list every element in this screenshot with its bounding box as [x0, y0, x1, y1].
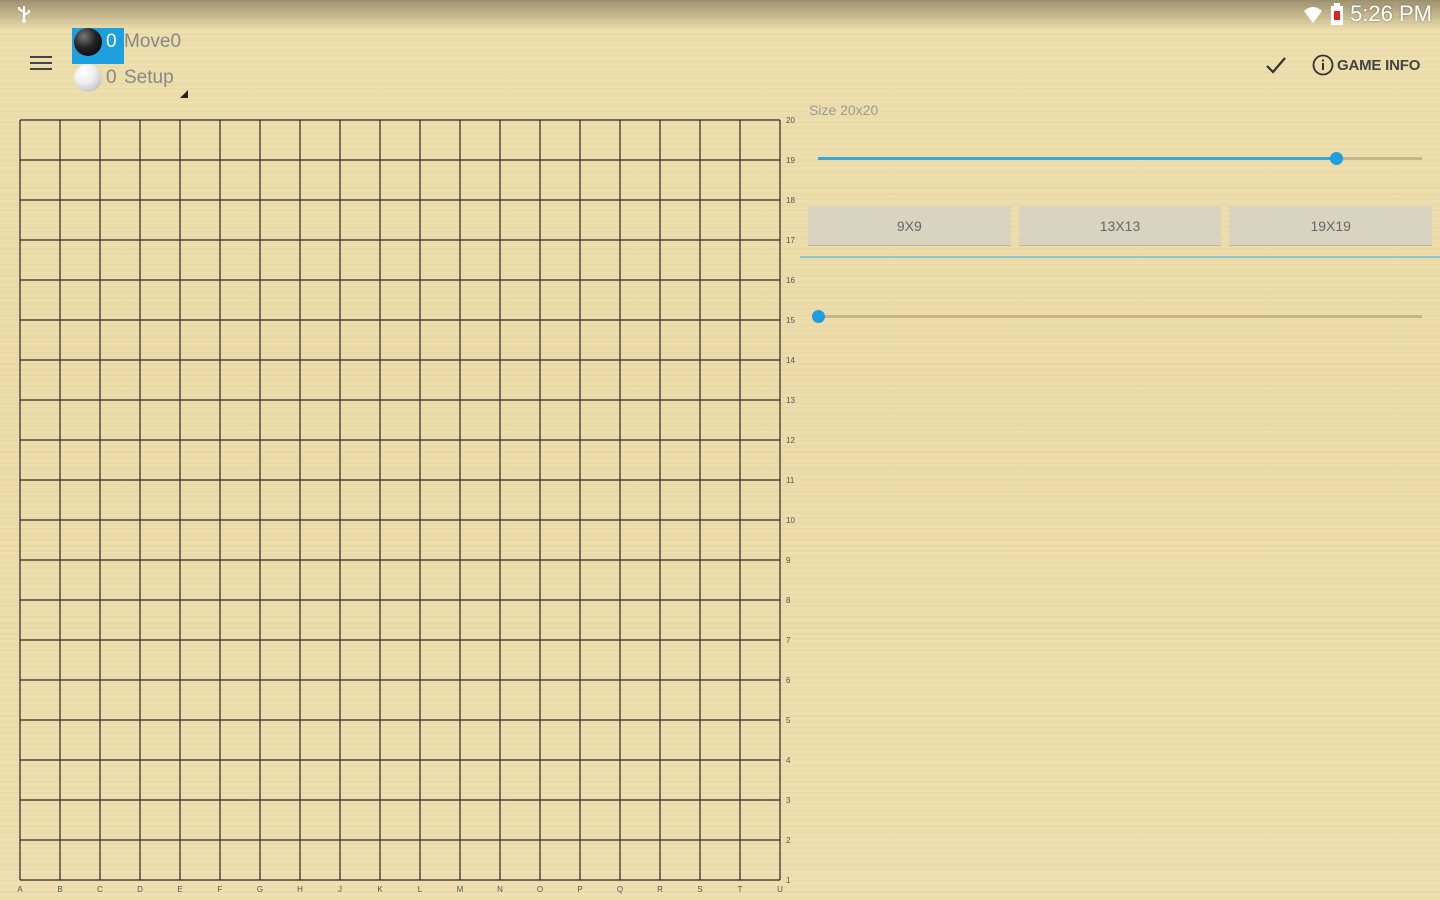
go-board[interactable]: A B C D E F G H J K L M N O P Q R S T U20191817161514131211…	[0, 0, 800, 900]
game-info-button[interactable]: GAME INFO	[1312, 50, 1420, 80]
divider	[800, 256, 1440, 258]
board-column-label: D	[137, 885, 143, 894]
status-time: 5:26 PM	[1350, 1, 1432, 26]
size-preset-row: 9X9 13X13 19X19	[808, 206, 1433, 246]
board-row-label: 3	[786, 796, 791, 805]
board-column-label: U	[777, 885, 783, 894]
board-row-label: 1	[786, 876, 791, 885]
move-slider[interactable]	[812, 306, 1422, 326]
board-size-slider-thumb[interactable]	[1329, 152, 1343, 165]
board-column-label: J	[338, 885, 342, 894]
board-row-label: 12	[786, 436, 795, 445]
board-row-label: 4	[786, 756, 791, 765]
board-column-label: F	[218, 885, 223, 894]
board-column-label: A	[17, 885, 23, 894]
board-column-label: B	[57, 885, 62, 894]
game-info-label: GAME INFO	[1337, 56, 1421, 74]
board-row-label: 15	[786, 316, 795, 325]
board-column-label: Q	[617, 885, 623, 894]
board-column-label: H	[297, 885, 303, 894]
board-column-label: C	[97, 885, 103, 894]
move-slider-thumb[interactable]	[812, 310, 825, 323]
board-size-label: Size 20x20	[809, 102, 879, 118]
move-slider-track	[818, 315, 1422, 318]
board-column-label: G	[257, 885, 263, 894]
preset-9x9-button[interactable]: 9X9	[808, 206, 1011, 246]
board-column-label: S	[697, 885, 702, 894]
board-column-label: M	[457, 885, 464, 894]
board-column-label: O	[537, 885, 543, 894]
board-row-label: 18	[786, 196, 795, 205]
info-icon	[1312, 54, 1334, 76]
board-column-label: P	[577, 885, 582, 894]
board-row-label: 14	[786, 356, 795, 365]
board-column-label: N	[497, 885, 503, 894]
board-row-label: 5	[786, 716, 791, 725]
board-row-label: 10	[786, 516, 795, 525]
wifi-icon	[1304, 7, 1323, 23]
board-row-label: 8	[786, 596, 791, 605]
board-column-label: T	[738, 885, 743, 894]
preset-19x19-button[interactable]: 19X19	[1229, 206, 1433, 246]
board-row-label: 11	[786, 476, 795, 485]
board-size-slider[interactable]	[818, 148, 1422, 168]
board-row-label: 20	[786, 116, 795, 125]
board-column-label: L	[418, 885, 423, 894]
battery-icon	[1331, 3, 1344, 25]
board-column-label: E	[177, 885, 182, 894]
board-row-label: 2	[786, 836, 791, 845]
board-row-label: 19	[786, 156, 795, 165]
board-column-label: K	[377, 885, 383, 894]
board-row-label: 6	[786, 676, 791, 685]
check-icon[interactable]	[1264, 54, 1288, 76]
board-row-label: 16	[786, 276, 795, 285]
board-row-label: 9	[786, 556, 791, 565]
board-row-label: 7	[786, 636, 791, 645]
board-row-label: 17	[786, 236, 795, 245]
board-column-label: R	[657, 885, 663, 894]
preset-13x13-button[interactable]: 13X13	[1018, 206, 1222, 246]
board-row-label: 13	[786, 396, 795, 405]
board-size-slider-fill	[818, 157, 1336, 160]
